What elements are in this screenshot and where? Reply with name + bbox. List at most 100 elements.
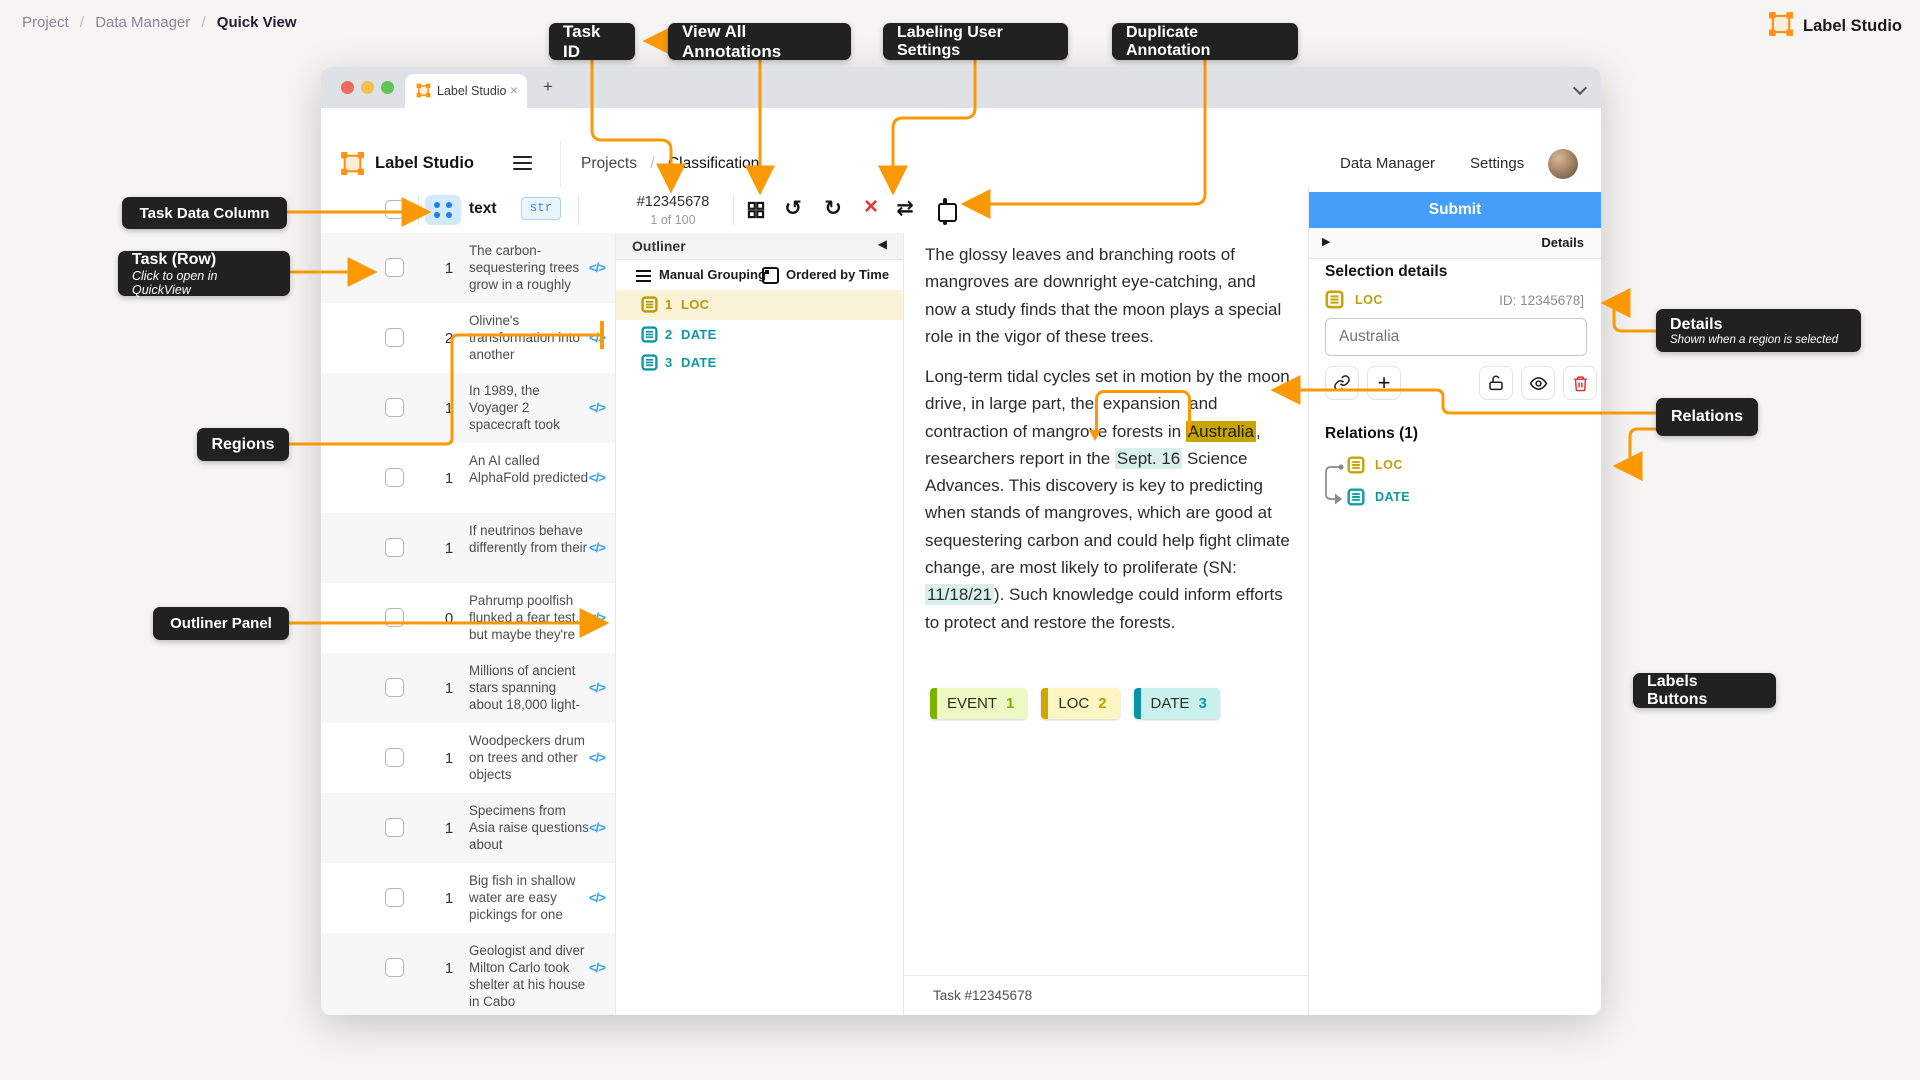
doc-text-segment[interactable]: 11/18/21 xyxy=(925,584,994,605)
row-checkbox[interactable] xyxy=(385,538,404,557)
table-row[interactable]: 1 Specimens from Asia raise questions ab… xyxy=(321,793,615,863)
code-icon[interactable]: </> xyxy=(589,400,605,415)
row-text-cell[interactable]: In 1989, the Voyager 2 spacecraft took xyxy=(469,382,591,433)
column-header-text[interactable]: text xyxy=(469,200,497,218)
row-checkbox[interactable] xyxy=(385,258,404,277)
lock-region-icon[interactable] xyxy=(1479,366,1513,400)
row-text-cell[interactable]: If neutrinos behave differently from the… xyxy=(469,522,591,556)
code-icon[interactable]: </> xyxy=(589,330,605,345)
label-button[interactable]: EVENT 1 xyxy=(930,688,1027,719)
code-icon[interactable]: </> xyxy=(589,890,605,905)
tab-list-chevron-icon[interactable] xyxy=(1573,81,1587,95)
row-text-cell[interactable]: Woodpeckers drum on trees and other obje… xyxy=(469,732,591,783)
code-icon[interactable]: </> xyxy=(589,540,605,555)
row-text-cell[interactable]: Millions of ancient stars spanning about… xyxy=(469,662,591,713)
table-row[interactable]: 1 In 1989, the Voyager 2 spacecraft took… xyxy=(321,373,615,443)
row-text-cell[interactable]: An AI called AlphaFold predicted xyxy=(469,452,591,486)
doc-text-segment[interactable]: expansion xyxy=(1099,394,1185,413)
relation-from-row[interactable]: LOC xyxy=(1347,456,1403,474)
row-checkbox[interactable] xyxy=(385,748,404,767)
row-text-cell[interactable]: Olivine's transformation into another xyxy=(469,312,591,363)
table-row[interactable]: 1 Big fish in shallow water are easy pic… xyxy=(321,863,615,933)
undo-icon[interactable]: ↺ xyxy=(780,196,806,221)
details-bar: ▶ Details xyxy=(1309,228,1601,259)
new-tab-button[interactable]: + xyxy=(543,77,553,97)
collapse-panel-icon[interactable]: ◀ xyxy=(878,237,887,251)
region-type-icon xyxy=(641,296,658,313)
table-row[interactable]: 1 Millions of ancient stars spanning abo… xyxy=(321,653,615,723)
row-checkbox[interactable] xyxy=(385,328,404,347)
column-drag-handle-icon[interactable] xyxy=(425,195,461,225)
view-all-annotations-icon[interactable] xyxy=(743,200,769,226)
tab-close-icon[interactable]: × xyxy=(510,82,518,98)
ordering-selector[interactable]: Ordered by Time xyxy=(786,267,889,282)
redo-icon[interactable]: ↻ xyxy=(820,196,846,221)
row-checkbox[interactable] xyxy=(385,608,404,627)
region-list-item[interactable]: 2 DATE xyxy=(616,320,903,348)
code-icon[interactable]: </> xyxy=(589,260,605,275)
doc-text-segment[interactable]: Science Advances. This discovery is key … xyxy=(925,449,1290,577)
relation-to-row[interactable]: DATE xyxy=(1347,488,1410,506)
grouping-selector[interactable]: Manual Grouping xyxy=(659,267,766,282)
row-text-cell[interactable]: Pahrump poolfish flunked a fear test, bu… xyxy=(469,592,591,643)
row-checkbox[interactable] xyxy=(385,678,404,697)
create-relation-link-icon[interactable] xyxy=(1325,366,1359,400)
traffic-minimize-button[interactable] xyxy=(361,81,374,94)
table-row[interactable]: 1 If neutrinos behave differently from t… xyxy=(321,513,615,583)
visibility-eye-icon[interactable] xyxy=(1521,366,1555,400)
task-footer-text: Task #12345678 xyxy=(933,988,1032,1003)
row-text-cell[interactable]: Big fish in shallow water are easy picki… xyxy=(469,872,591,923)
label-button[interactable]: DATE 3 xyxy=(1134,688,1220,719)
label-button[interactable]: LOC 2 xyxy=(1041,688,1119,719)
row-checkbox[interactable] xyxy=(385,958,404,977)
select-all-checkbox[interactable] xyxy=(385,200,404,219)
nav-settings[interactable]: Settings xyxy=(1470,155,1524,172)
code-icon[interactable]: </> xyxy=(589,960,605,975)
doc-text-segment[interactable]: Australia xyxy=(1186,421,1256,442)
table-row[interactable]: 0 Pahrump poolfish flunked a fear test, … xyxy=(321,583,615,653)
row-checkbox[interactable] xyxy=(385,888,404,907)
row-text-cell[interactable]: Geologist and diver Milton Carlo took sh… xyxy=(469,942,591,1010)
traffic-close-button[interactable] xyxy=(341,81,354,94)
header-divider xyxy=(560,141,561,187)
hamburger-menu-icon[interactable] xyxy=(513,156,532,174)
document-paragraph-annotated[interactable]: Long-term tidal cycles set in motion by … xyxy=(925,363,1291,636)
submit-button[interactable]: Submit xyxy=(1309,192,1601,228)
row-checkbox[interactable] xyxy=(385,398,404,417)
add-meta-button[interactable]: + xyxy=(1367,366,1401,400)
details-panel: Submit ▶ Details Selection details LOC I… xyxy=(1308,187,1601,1015)
duplicate-annotation-icon[interactable] xyxy=(929,200,955,224)
app-brand-name: Label Studio xyxy=(375,154,474,173)
region-list-item[interactable]: 1 LOC xyxy=(616,290,903,320)
table-row[interactable]: 1 An AI called AlphaFold predicted </> xyxy=(321,443,615,513)
table-row[interactable]: 2 Olivine's transformation into another … xyxy=(321,303,615,373)
row-checkbox[interactable] xyxy=(385,468,404,487)
code-icon[interactable]: </> xyxy=(589,680,605,695)
nav-data-manager[interactable]: Data Manager xyxy=(1340,155,1435,172)
browser-tab[interactable]: Label Studio × xyxy=(405,74,527,108)
breadcrumb-projects[interactable]: Projects xyxy=(581,155,637,172)
reset-cross-icon[interactable]: × xyxy=(858,193,884,221)
region-meta-input[interactable]: Australia xyxy=(1325,318,1587,356)
row-checkbox[interactable] xyxy=(385,818,404,837)
breadcrumb-data-manager[interactable]: Data Manager xyxy=(95,14,190,31)
delete-region-trash-icon[interactable] xyxy=(1563,366,1597,400)
doc-text-segment[interactable]: Sept. 16 xyxy=(1115,448,1182,469)
expand-triangle-icon[interactable]: ▶ xyxy=(1322,235,1330,248)
code-icon[interactable]: </> xyxy=(589,610,605,625)
region-list-item[interactable]: 3 DATE xyxy=(616,348,903,376)
code-icon[interactable]: </> xyxy=(589,470,605,485)
user-avatar[interactable] xyxy=(1548,149,1578,179)
table-row[interactable]: 1 Woodpeckers drum on trees and other ob… xyxy=(321,723,615,793)
labeling-user-settings-icon[interactable]: ⇄ xyxy=(892,196,918,221)
document-paragraph[interactable]: The glossy leaves and branching roots of… xyxy=(925,241,1291,350)
row-text-cell[interactable]: Specimens from Asia raise questions abou… xyxy=(469,802,591,853)
code-icon[interactable]: </> xyxy=(589,820,605,835)
table-row[interactable]: 1 Geologist and diver Milton Carlo took … xyxy=(321,933,615,1015)
region-type-icon xyxy=(1347,456,1365,474)
table-row[interactable]: 1 The carbon-sequestering trees grow in … xyxy=(321,233,615,303)
code-icon[interactable]: </> xyxy=(589,750,605,765)
row-text-cell[interactable]: The carbon-sequestering trees grow in a … xyxy=(469,242,591,293)
breadcrumb-project[interactable]: Project xyxy=(22,14,69,31)
traffic-maximize-button[interactable] xyxy=(381,81,394,94)
